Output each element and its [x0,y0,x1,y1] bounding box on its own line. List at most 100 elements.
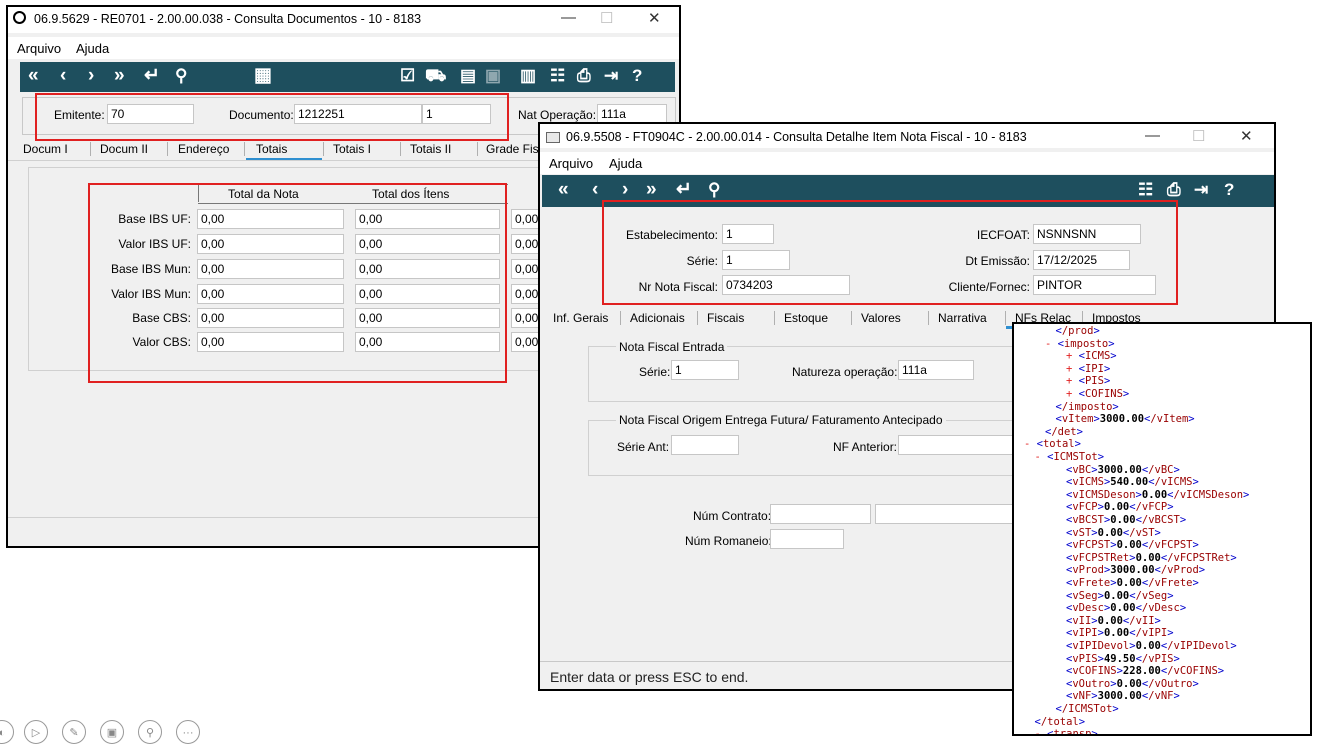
minimize-button[interactable]: — [1145,127,1160,144]
tab-totais[interactable]: Totais [256,142,287,156]
menu-arquivo[interactable]: Arquivo [549,156,593,171]
goto-icon[interactable]: ↵ [676,179,692,201]
first-record-icon[interactable]: « [28,65,39,87]
tab-endereco[interactable]: Endereço [178,142,229,156]
book-icon[interactable]: ▥ [520,65,536,87]
truck-icon[interactable]: ⛟ [425,65,446,87]
xml-tag: /vBC [1148,463,1174,476]
tab-divider [90,142,91,156]
num-contrato-field[interactable] [770,504,871,524]
search-icon[interactable]: ⚲ [708,179,720,201]
close-button[interactable]: ✕ [648,9,661,27]
xml-bracket: > [1192,539,1199,552]
xml-value: 0.00 [1103,627,1130,640]
xml-value: 0.00 [1116,677,1142,690]
num-romaneio-field[interactable] [770,529,844,549]
zoom-icon[interactable]: ⚲ [138,720,162,744]
natop-label: Nat Operação: [518,108,597,122]
close-button[interactable]: ✕ [1240,127,1253,145]
xml-line: <vFCPST>0.00</vFCPST> [1066,539,1199,551]
xml-tag: vFCP [1072,501,1098,514]
xml-bracket: > [1074,438,1081,451]
tree-icon[interactable]: ☷ [550,65,565,87]
tab-grade-fisc[interactable]: Grade Fisc [486,142,545,156]
next-record-icon[interactable]: › [88,65,94,87]
next-record-icon[interactable]: › [622,179,628,201]
tab-adicionais[interactable]: Adicionais [630,311,685,325]
maximize-button[interactable]: ☐ [600,9,613,27]
tab-estoque[interactable]: Estoque [784,311,828,325]
tab-totais-ii[interactable]: Totais II [410,142,451,156]
tab-valores[interactable]: Valores [861,311,901,325]
save-icon[interactable]: ▣ [485,65,501,87]
xml-tag: /ICMSTot [1061,703,1113,715]
save-icon[interactable]: ▣ [100,720,124,744]
menu-ajuda[interactable]: Ajuda [609,156,642,171]
previous-record-icon[interactable]: ‹ [592,179,598,201]
title-bar: 06.9.5629 - RE0701 - 2.00.00.038 - Consu… [8,7,679,33]
play-icon[interactable]: ▷ [24,720,48,744]
exit-icon[interactable]: ⇥ [1194,179,1208,201]
document-icon[interactable]: ▤ [460,65,476,87]
nf-origem-group-title: Nota Fiscal Origem Entrega Futura/ Fatur… [616,413,946,427]
partial-icon[interactable]: ◐ [0,720,14,744]
xml-tag: /det [1051,425,1077,438]
search-icon[interactable]: ⚲ [175,65,187,87]
menu-ajuda[interactable]: Ajuda [76,41,109,56]
xml-bracket: > [1097,451,1105,463]
tab-narrativa[interactable]: Narrativa [938,311,987,325]
tab-docum-i[interactable]: Docum I [23,142,68,156]
natop-field[interactable]: 111a [597,104,667,124]
tab-docum-ii[interactable]: Docum II [100,142,148,156]
help-icon[interactable]: ? [1224,179,1234,201]
previous-record-icon[interactable]: ‹ [60,65,66,87]
print-icon[interactable]: ⎙ [1167,179,1181,201]
tab-divider [323,142,324,156]
status-message: Enter data or press ESC to end. [550,669,749,685]
num-contrato-extra-field[interactable] [875,504,1015,524]
xml-line: <vFrete>0.00</vFrete> [1066,577,1199,589]
xml-value: 49.50 [1103,652,1136,665]
edit-icon[interactable]: ✎ [62,720,86,744]
minimize-button[interactable]: — [561,9,576,26]
goto-icon[interactable]: ↵ [144,65,160,87]
more-icon[interactable]: ··· [176,720,200,744]
first-record-icon[interactable]: « [558,179,569,201]
xml-line: - <total> [1024,438,1081,450]
nf-anterior-field[interactable] [898,435,1018,455]
exit-icon[interactable]: ⇥ [604,65,618,87]
tab-divider [244,142,245,156]
xml-line: </total> [1035,716,1086,728]
xml-bracket: > [1103,362,1111,375]
natureza-operacao-field[interactable]: 111a [898,360,974,380]
xml-line: + <ICMS> [1066,350,1117,362]
xml-expand-marker: + [1066,350,1079,363]
xml-tag: /vPIS [1141,652,1174,665]
grid-icon[interactable]: ▦ [254,65,272,87]
xml-tag: /vDesc [1141,602,1180,615]
menu-arquivo[interactable]: Arquivo [17,41,61,56]
tab-divider [774,311,775,325]
tab-fiscais[interactable]: Fiscais [707,311,744,325]
last-record-icon[interactable]: » [114,65,125,87]
tab-totais-i[interactable]: Totais I [333,142,371,156]
xml-tag: vDesc [1072,602,1104,615]
nfe-serie-field[interactable]: 1 [671,360,739,380]
print-icon[interactable]: ⎙ [577,65,591,87]
xml-line: <vII>0.00</vII> [1066,615,1161,627]
tab-inf-gerais[interactable]: Inf. Gerais [553,311,608,325]
tree-icon[interactable]: ☷ [1138,179,1153,201]
xml-tag: vST [1072,526,1092,539]
xml-tag: vPIS [1072,652,1098,665]
serie-ant-field[interactable] [671,435,739,455]
xml-value: 0.00 [1110,602,1136,615]
help-icon[interactable]: ? [632,65,642,87]
highlight-box [35,93,509,141]
toolbar: « ‹ › » ↵ ⚲ ▦ ☑ ⛟ ▤ ▣ ▥ ☷ ⎙ ⇥ ? [20,62,675,92]
last-record-icon[interactable]: » [646,179,657,201]
checklist-icon[interactable]: ☑ [400,65,415,87]
xml-tag: /vST [1129,526,1155,539]
xml-tag: /vFrete [1148,577,1193,589]
xml-bracket: > [1173,690,1180,703]
maximize-button[interactable]: ☐ [1192,127,1205,145]
